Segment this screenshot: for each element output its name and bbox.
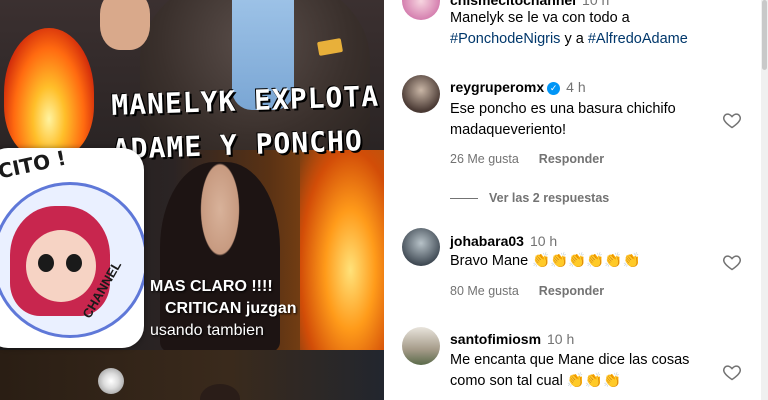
like-heart-icon[interactable]	[722, 252, 742, 272]
verified-badge-icon: ✓	[547, 82, 561, 95]
comment-username-3[interactable]: santofimiosm 10 h	[450, 331, 574, 347]
media-bottom-scene	[0, 350, 384, 400]
lamp	[98, 368, 124, 394]
comment-username-1[interactable]: reygruperomx ✓ 4 h	[450, 79, 586, 95]
caption-text: Manelyk se le va con todo a #PonchodeNig…	[450, 8, 740, 50]
subtitle-line-3: usando tambien	[150, 322, 264, 339]
raised-hand	[100, 0, 150, 50]
reply-button-1[interactable]: Responder	[539, 152, 604, 166]
comment-time-2: 10 h	[529, 233, 558, 249]
comment-time-3: 10 h	[547, 331, 575, 347]
comment-text-1: Ese poncho es una basura chichifo madaqu…	[450, 101, 676, 138]
sticker-top-text: ECITO !	[0, 148, 69, 187]
comment-text-3: Me encanta que Mane dice las cosas como …	[450, 352, 690, 389]
reply-button-2[interactable]: Responder	[539, 284, 604, 298]
person-head	[200, 384, 240, 400]
like-heart-icon[interactable]	[722, 110, 742, 130]
fire-emoji	[4, 28, 94, 158]
caption-username-text[interactable]: chismecitochannel	[450, 0, 576, 8]
comment-meta-1: 26 Me gusta Responder	[450, 152, 624, 166]
comment-username-text-1[interactable]: reygruperomx	[450, 79, 544, 95]
comment-text-2: Bravo Mane 👏👏👏👏👏👏	[450, 253, 641, 269]
right-eye	[66, 254, 82, 272]
comment-avatar-santofimiosm[interactable]	[402, 327, 440, 365]
comment-meta-2: 80 Me gusta Responder	[450, 284, 624, 298]
caption-time: 10 h	[582, 0, 610, 8]
caption-text-start: Manelyk se le va con todo a	[450, 10, 630, 26]
overlay-title: MANELYK EXPLOTA CON ADAME Y PONCHO	[111, 72, 384, 172]
scrollbar-thumb[interactable]	[762, 0, 767, 70]
caption-username[interactable]: chismecitochannel 10 h	[450, 0, 609, 8]
comment-username-2[interactable]: johabara03 10 h	[450, 233, 557, 249]
comment-avatar-johabara03[interactable]	[402, 228, 440, 266]
view-replies-button[interactable]: Ver las 2 respuestas	[489, 191, 609, 205]
left-eye	[38, 254, 54, 272]
comment-avatar-reygruperomx[interactable]	[402, 75, 440, 113]
hashtag-alfredoadame[interactable]: #AlfredoAdame	[588, 31, 688, 47]
subtitle-line-1: MAS CLARO !!!!	[150, 278, 273, 295]
comment-username-text-3[interactable]: santofimiosm	[450, 331, 541, 347]
cartoon-face	[26, 230, 96, 302]
comment-likes-1[interactable]: 26 Me gusta	[450, 152, 519, 166]
channel-sticker: ECITO ! CHANNEL	[0, 148, 144, 348]
like-heart-icon[interactable]	[722, 362, 742, 382]
replies-divider	[450, 198, 478, 199]
hashtag-ponchodenigris[interactable]: #PonchodeNigris	[450, 31, 560, 47]
post-media[interactable]: MAS CLARO !!!! CRITICAN juzgan usando ta…	[0, 0, 384, 400]
comment-likes-2[interactable]: 80 Me gusta	[450, 284, 519, 298]
comment-username-text-2[interactable]: johabara03	[450, 233, 524, 249]
caption-text-middle: y a	[560, 31, 588, 47]
fire-right	[300, 150, 384, 350]
comment-time-1: 4 h	[566, 79, 586, 95]
subtitle-line-2: CRITICAN juzgan	[165, 300, 297, 317]
